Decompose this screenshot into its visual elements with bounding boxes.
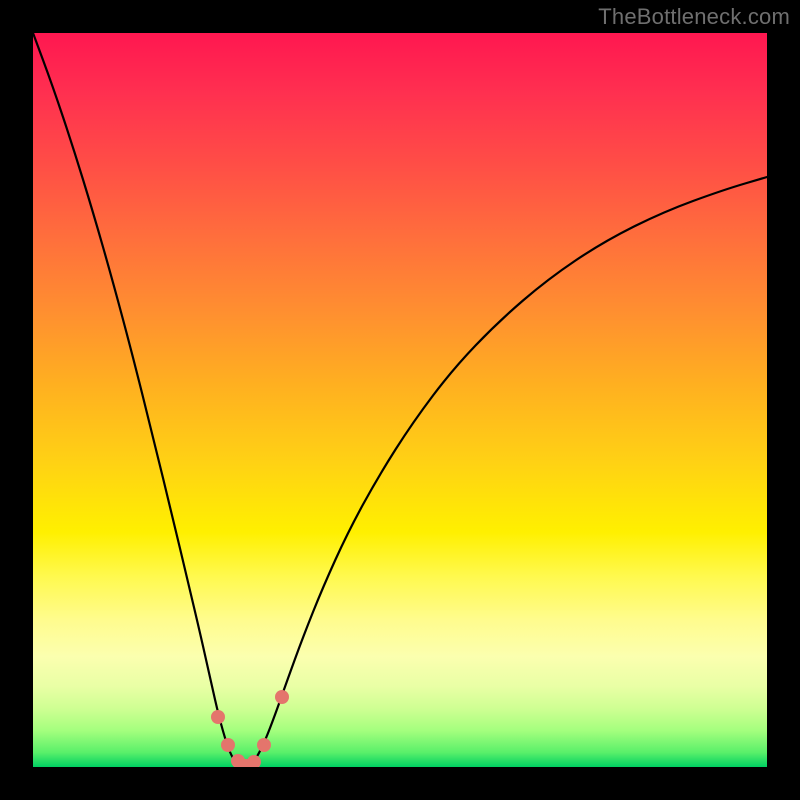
- data-marker: [257, 738, 271, 752]
- plot-area: [33, 33, 767, 767]
- chart-frame: TheBottleneck.com: [0, 0, 800, 800]
- data-marker: [247, 755, 261, 767]
- marker-group: [211, 690, 289, 767]
- watermark-text: TheBottleneck.com: [598, 4, 790, 30]
- data-marker: [275, 690, 289, 704]
- data-marker: [211, 710, 225, 724]
- markers-svg: [33, 33, 767, 767]
- data-marker: [221, 738, 235, 752]
